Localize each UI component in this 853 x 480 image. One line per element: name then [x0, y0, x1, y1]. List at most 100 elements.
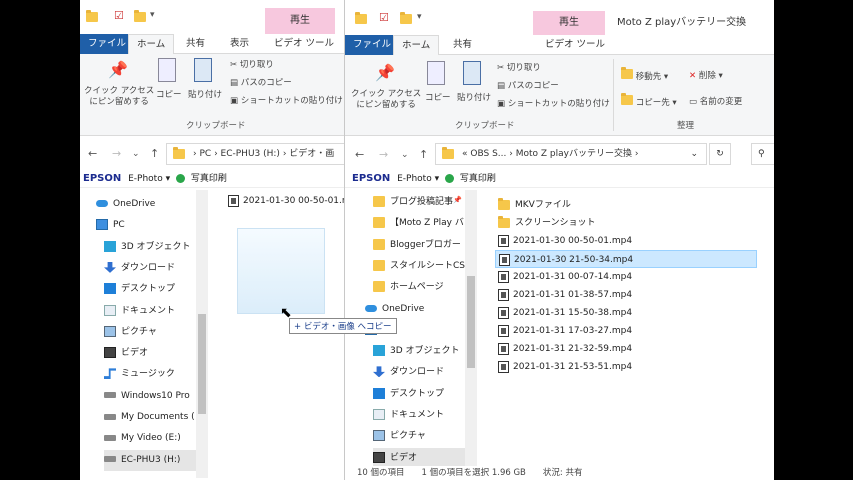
tab-share[interactable]: 共有	[445, 35, 480, 55]
up-icon[interactable]: ↑	[419, 148, 428, 161]
nav-item-pc[interactable]: PC	[96, 215, 206, 236]
nav-item-my-video-e-[interactable]: My Video (E:)	[104, 428, 206, 449]
move-to-button[interactable]: 移動先 ▾	[621, 67, 668, 82]
folder-item[interactable]: スクリーンショット	[495, 214, 695, 232]
recent-chevron-icon[interactable]: ⌄	[401, 150, 409, 160]
chevron-down-icon[interactable]: ▾	[417, 12, 422, 22]
pin-quick-access-button[interactable]: クイック アクセス にピン留めする	[84, 86, 154, 108]
file-item[interactable]: 2021-01-30 21-50-34.mp4	[495, 250, 757, 268]
scrollbar-thumb[interactable]	[467, 276, 475, 368]
file-item[interactable]: 2021-01-30 00-50-01.mp4	[495, 232, 695, 250]
nav-item--[interactable]: ピクチャ	[373, 426, 475, 447]
nav-item--[interactable]: ピクチャ	[104, 322, 206, 343]
breadcrumb-folder[interactable]: ビデオ・画	[289, 149, 334, 159]
back-icon[interactable]: ←	[88, 147, 97, 160]
nav-item--[interactable]: ビデオ	[104, 343, 206, 364]
new-folder-icon[interactable]	[400, 12, 412, 24]
recent-chevron-icon[interactable]: ⌄	[132, 149, 140, 159]
properties-icon[interactable]: ☑	[379, 11, 389, 24]
breadcrumb-obs[interactable]: OBS S...	[470, 149, 506, 159]
tab-video-tools[interactable]: ビデオ ツール	[266, 34, 342, 54]
nav-scrollbar[interactable]	[196, 190, 208, 478]
nav-item--[interactable]: ダウンロード	[373, 362, 475, 383]
nav-item--moto-z-play-[interactable]: 【Moto Z Play バ	[373, 213, 475, 234]
file-item[interactable]: 2021-01-31 00-07-14.mp4	[495, 268, 695, 286]
nav-item--[interactable]: デスクトップ	[373, 384, 475, 405]
tab-home[interactable]: ホーム	[393, 35, 440, 55]
path-overflow[interactable]: «	[462, 149, 468, 159]
copy-path-button[interactable]: ▤ パスのコピー	[230, 76, 292, 88]
cut-button[interactable]: ✂ 切り取り	[230, 58, 274, 70]
folder-icon[interactable]	[86, 10, 98, 22]
tab-home[interactable]: ホーム	[128, 34, 175, 54]
copy-button[interactable]: コピー	[156, 88, 182, 100]
address-dropdown-icon[interactable]: ⌄	[690, 144, 698, 164]
dropdown-icon[interactable]: ▾	[166, 174, 171, 184]
rename-button[interactable]: ▭ 名前の変更	[689, 95, 742, 107]
paste-shortcut-button[interactable]: ▣ ショートカットの貼り付け	[497, 97, 610, 109]
folder-item[interactable]: MKVファイル	[495, 196, 695, 214]
ephoto-button[interactable]: E-Photo	[128, 174, 163, 184]
tab-video-tools[interactable]: ビデオ ツール	[537, 35, 613, 55]
search-input[interactable]: ⚲	[751, 143, 774, 165]
tab-file[interactable]: ファイル	[80, 34, 135, 54]
copy-path-button[interactable]: ▤ パスのコピー	[497, 79, 559, 91]
file-item[interactable]: 2021-01-31 21-32-59.mp4	[495, 340, 695, 358]
delete-button[interactable]: ✕ 削除 ▾	[689, 69, 723, 81]
nav-item-blogger-[interactable]: Bloggerブロガー	[373, 235, 475, 256]
nav-item--[interactable]: ホームページ	[373, 277, 475, 298]
nav-scrollbar[interactable]	[465, 190, 477, 468]
file-item[interactable]: 2021-01-31 01-38-57.mp4	[495, 286, 695, 304]
cut-button[interactable]: ✂ 切り取り	[497, 61, 541, 73]
paste-shortcut-button[interactable]: ▣ ショートカットの貼り付け	[230, 94, 343, 106]
chevron-down-icon[interactable]: ▾	[150, 10, 155, 20]
address-path[interactable]: « OBS S... › Moto Z playバッテリー交換 › ⌄	[435, 143, 707, 165]
up-icon[interactable]: ↑	[150, 147, 159, 160]
forward-icon[interactable]: →	[379, 148, 388, 161]
new-folder-icon[interactable]	[134, 10, 146, 22]
nav-item--[interactable]: デスクトップ	[104, 279, 206, 300]
file-item[interactable]: 2021-01-31 17-03-27.mp4	[495, 322, 695, 340]
nav-item-onedrive[interactable]: OneDrive	[365, 299, 475, 320]
tab-share[interactable]: 共有	[178, 34, 213, 54]
tab-view[interactable]: 表示	[222, 34, 257, 54]
breadcrumb-drive[interactable]: EC-PHU3 (H:)	[221, 149, 280, 159]
nav-item-my-documents-[interactable]: My Documents (	[104, 407, 206, 428]
nav-item--[interactable]: ドキュメント	[104, 301, 206, 322]
breadcrumb-pc[interactable]: PC	[199, 149, 211, 159]
photo-print-button[interactable]: 写真印刷	[460, 174, 496, 184]
file-item[interactable]: 2021-01-30 00-50-01.m	[228, 192, 345, 210]
address-path[interactable]: › PC › EC-PHU3 (H:) › ビデオ・画	[166, 143, 345, 165]
nav-item-windows10-pro[interactable]: Windows10 Pro	[104, 386, 206, 407]
copy-button[interactable]: コピー	[425, 91, 451, 103]
nav-item-3d-[interactable]: 3D オブジェクト	[104, 237, 206, 258]
scrollbar-thumb[interactable]	[198, 314, 206, 414]
nav-item--css[interactable]: スタイルシートCSS	[373, 256, 475, 277]
photo-print-button[interactable]: 写真印刷	[191, 174, 227, 184]
file-item[interactable]: 2021-01-31 15-50-38.mp4	[495, 304, 695, 322]
properties-icon[interactable]: ☑	[114, 9, 124, 22]
copy-to-button[interactable]: コピー先 ▾	[621, 93, 677, 108]
nav-item-ec-phu3-h-[interactable]: EC-PHU3 (H:)	[104, 449, 206, 471]
copy-path-icon: ▤	[230, 78, 241, 88]
dropdown-icon[interactable]: ▾	[435, 174, 440, 184]
nav-item--[interactable]: ドキュメント	[373, 405, 475, 426]
nav-item-3d-[interactable]: 3D オブジェクト	[373, 341, 475, 362]
nav-item--[interactable]: ダウンロード	[104, 258, 206, 279]
paste-button[interactable]: 貼り付け	[457, 91, 491, 103]
back-icon[interactable]: ←	[355, 148, 364, 161]
nav-item-onedrive[interactable]: OneDrive	[96, 194, 206, 215]
right-explorer-window: ☑ ▾ Moto Z playバッテリー交換 再生 ファイル ホーム 共有 ビデ…	[344, 0, 774, 480]
cloud-icon	[365, 304, 377, 312]
paste-shortcut-label: ショートカットの貼り付け	[507, 99, 610, 109]
refresh-button[interactable]: ↻	[709, 143, 731, 165]
folder-icon[interactable]	[355, 12, 367, 24]
ephoto-button[interactable]: E-Photo	[397, 174, 432, 184]
paste-button[interactable]: 貼り付け	[188, 88, 222, 100]
file-item[interactable]: 2021-01-31 21-53-51.mp4	[495, 358, 695, 376]
nav-item--[interactable]: ミュージック	[104, 364, 206, 385]
tab-file[interactable]: ファイル	[345, 35, 400, 55]
pin-quick-access-button[interactable]: クイック アクセス にピン留めする	[351, 89, 421, 111]
forward-icon[interactable]: →	[112, 147, 121, 160]
breadcrumb-folder[interactable]: Moto Z playバッテリー交換	[516, 149, 632, 159]
